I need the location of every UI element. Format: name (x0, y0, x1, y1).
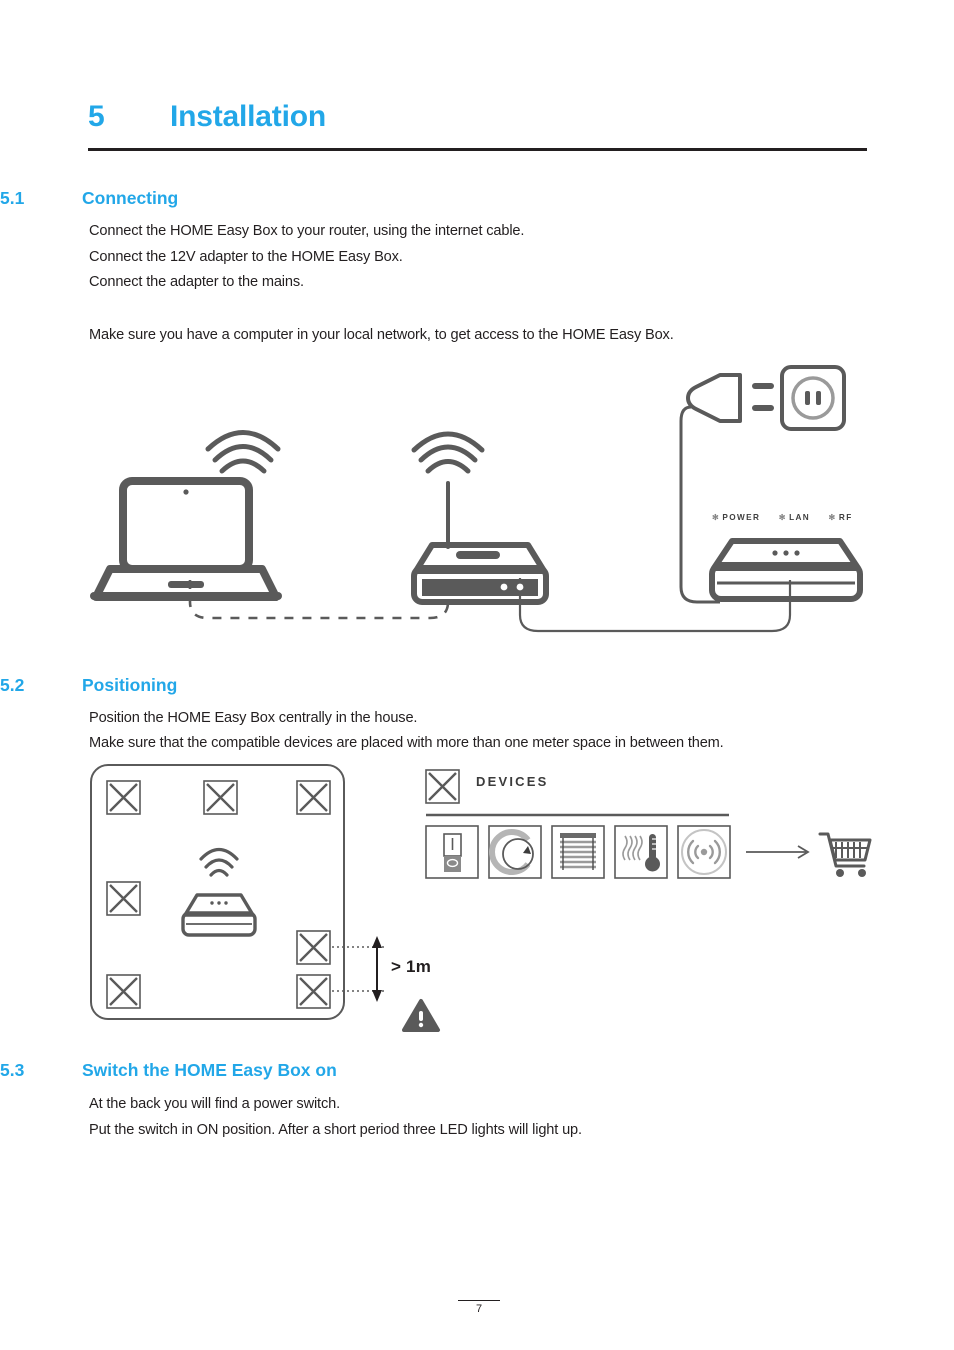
section-number: 5.1 (0, 188, 25, 208)
section-number: 5.2 (0, 675, 25, 695)
paragraph-line: Connect the HOME Easy Box to your router… (89, 223, 525, 239)
footer-divider (458, 1300, 500, 1301)
dimmer-knob-icon (488, 825, 542, 879)
home-easy-box-icon (709, 538, 863, 602)
paragraph-line: At the back you will find a power switch… (89, 1096, 340, 1112)
section-heading-switch-on: 5.3 Switch the HOME Easy Box on (0, 1060, 790, 1081)
led-labels: ✻ POWER ✻ LAN ✻ RF (712, 513, 853, 522)
section-title: Positioning (82, 675, 178, 695)
thermometer-icon (614, 825, 668, 879)
paragraph-line: Put the switch in ON position. After a s… (89, 1122, 582, 1138)
x-marker (106, 974, 141, 1009)
connection-diagram (80, 365, 880, 650)
section-heading-connecting: 5.1 Connecting (0, 188, 790, 209)
x-marker (296, 974, 331, 1009)
cable-router-box (518, 578, 792, 633)
x-marker (106, 780, 141, 815)
x-marker (296, 780, 331, 815)
led-glyph-rf: ✻ (828, 513, 836, 522)
wall-switch-icon (425, 825, 479, 879)
distance-arrow (372, 936, 382, 1002)
x-marker (106, 881, 141, 916)
positioning-diagram (88, 762, 448, 1032)
section-title: Switch the HOME Easy Box on (82, 1060, 337, 1080)
warning-triangle-icon (402, 999, 440, 1032)
blinds-icon (551, 825, 605, 879)
laptop-icon (90, 430, 282, 601)
home-easy-box-icon (181, 847, 257, 937)
paragraph-line: Connect the 12V adapter to the HOME Easy… (89, 249, 403, 265)
page-number: 7 (475, 1303, 483, 1315)
chapter-divider (88, 148, 867, 151)
devices-heading: DEVICES (476, 774, 549, 789)
distance-label: > 1m (391, 957, 432, 976)
power-plug-icon (686, 373, 774, 423)
shopping-cart-icon (818, 832, 872, 877)
chapter-number: 5 (88, 100, 105, 133)
led-glyph-lan: ✻ (778, 513, 786, 522)
paragraph-line: Position the HOME Easy Box centrally in … (89, 710, 418, 726)
x-marker (203, 780, 238, 815)
led-label-lan: LAN (789, 513, 811, 522)
paragraph-line: Make sure you have a computer in your lo… (89, 327, 674, 343)
paragraph-line: Make sure that the compatible devices ar… (89, 735, 724, 751)
x-marker (296, 930, 331, 965)
led-label-rf: RF (838, 513, 853, 522)
motion-sensor-icon (677, 825, 731, 879)
chapter-heading: 5 Installation (88, 100, 868, 134)
wall-socket-icon (780, 365, 846, 431)
arrow-right-icon (746, 845, 810, 859)
router-icon (411, 431, 549, 605)
x-marker-icon (425, 769, 460, 804)
led-glyph-power: ✻ (712, 513, 719, 522)
document-page: 5 Installation 5.1 Connecting Connect th… (0, 0, 954, 1350)
paragraph-line: Connect the adapter to the mains. (89, 274, 304, 290)
chapter-title: Installation (170, 100, 326, 133)
section-number: 5.3 (0, 1060, 25, 1080)
section-title: Connecting (82, 188, 179, 208)
section-heading-positioning: 5.2 Positioning (0, 675, 790, 696)
led-label-power: POWER (722, 513, 761, 522)
